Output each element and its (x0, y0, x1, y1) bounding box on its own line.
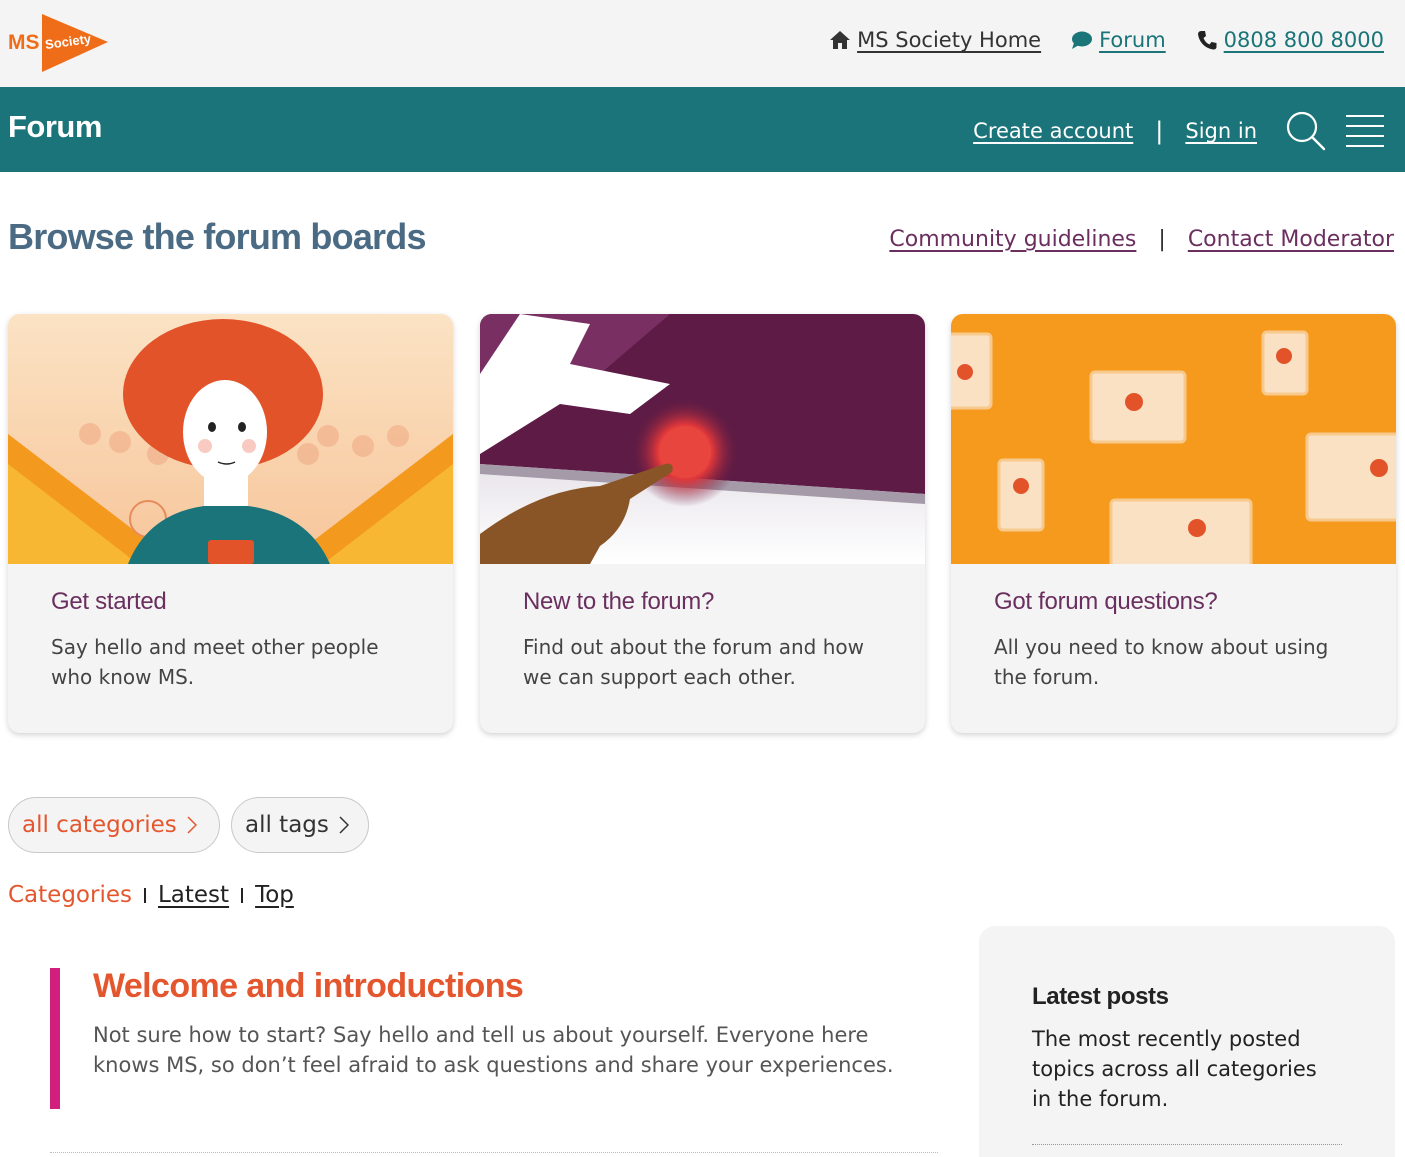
card-new-to-forum[interactable]: New to the forum? Find out about the for… (480, 314, 925, 733)
tab-top[interactable]: Top (255, 882, 294, 908)
card-get-started[interactable]: Get started Say hello and meet other peo… (8, 314, 453, 733)
latest-posts-panel[interactable]: Latest posts The most recently posted to… (979, 926, 1395, 1157)
logo-ms-text: MS (8, 31, 40, 54)
got-questions-illustration (951, 314, 1396, 564)
speech-bubble-icon (1072, 31, 1093, 49)
utility-links: MS Society Home Forum 0808 800 8000 (829, 28, 1384, 52)
tab-categories[interactable]: Categories (8, 882, 132, 908)
search-icon[interactable] (1285, 111, 1327, 151)
card-got-questions[interactable]: Got forum questions? All you need to kno… (951, 314, 1396, 733)
card-description: All you need to know about using the for… (994, 635, 1329, 689)
phone-link-label: 0808 800 8000 (1223, 28, 1384, 52)
forum-header-bar: Forum Create account | Sign in (0, 87, 1405, 172)
new-to-forum-illustration (480, 314, 925, 564)
all-tags-filter[interactable]: all tags (231, 797, 369, 853)
phone-link[interactable]: 0808 800 8000 (1196, 28, 1384, 52)
category-color-bar (50, 968, 60, 1109)
page-title: Browse the forum boards (8, 216, 426, 257)
ms-society-home-link[interactable]: MS Society Home (829, 28, 1041, 52)
create-account-link[interactable]: Create account (973, 119, 1133, 143)
contact-moderator-link[interactable]: Contact Moderator (1188, 227, 1394, 252)
utility-bar: MS Society MS Society Home Forum 0808 80… (0, 0, 1405, 87)
page-links-separator: | (1158, 227, 1166, 252)
ms-society-logo[interactable]: MS Society (8, 12, 110, 74)
sign-in-link[interactable]: Sign in (1185, 119, 1257, 143)
ms-society-home-label: MS Society Home (857, 28, 1042, 52)
category-divider (50, 1152, 938, 1153)
all-categories-filter[interactable]: all categories (8, 797, 220, 853)
chevron-right-icon (339, 816, 349, 834)
auth-separator: | (1155, 117, 1164, 145)
hamburger-menu-icon[interactable] (1345, 113, 1385, 147)
get-started-illustration (8, 314, 453, 564)
card-description: Say hello and meet other people who know… (51, 635, 379, 689)
latest-posts-title: Latest posts (1032, 983, 1169, 1010)
community-guidelines-link[interactable]: Community guidelines (889, 227, 1136, 252)
tab-latest[interactable]: Latest (158, 882, 229, 908)
card-title: Get started (51, 588, 167, 615)
tab-separator (241, 887, 244, 903)
auth-links: Create account | Sign in (973, 117, 1257, 145)
chevron-right-icon (187, 816, 197, 834)
page-links: Community guidelines | Contact Moderator (889, 227, 1394, 252)
view-tabs: Categories Latest Top (8, 882, 294, 908)
forum-link[interactable]: Forum (1071, 28, 1166, 52)
card-description: Find out about the forum and how we can … (523, 635, 864, 689)
category-description: Not sure how to start? Say hello and tel… (93, 1023, 894, 1077)
tab-separator (143, 887, 146, 903)
latest-posts-divider (1032, 1144, 1342, 1145)
forum-link-label: Forum (1099, 28, 1166, 52)
phone-icon (1197, 31, 1217, 50)
card-title: New to the forum? (523, 588, 714, 615)
all-tags-label: all tags (245, 812, 329, 838)
forum-title: Forum (8, 109, 102, 144)
card-title: Got forum questions? (994, 588, 1218, 615)
home-icon (830, 31, 851, 49)
category-title-link[interactable]: Welcome and introductions (93, 967, 524, 1006)
all-categories-label: all categories (22, 812, 177, 838)
latest-posts-description: The most recently posted topics across a… (1032, 1027, 1317, 1111)
